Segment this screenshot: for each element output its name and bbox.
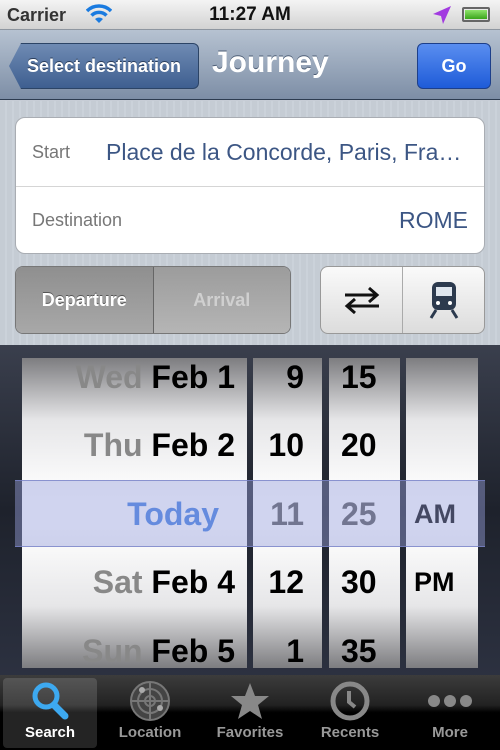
swap-button[interactable] (321, 267, 402, 333)
destination-label: Destination (32, 210, 123, 230)
location-arrow-icon (433, 6, 451, 24)
date-option[interactable]: Sat Feb 4 (22, 548, 247, 616)
minute-option[interactable]: 35 (329, 617, 400, 668)
hour-option[interactable]: 10 (253, 411, 322, 479)
route-tools (320, 266, 485, 334)
clock: 11:27 AM (209, 4, 291, 25)
date-option[interactable]: Sun Feb 5 (22, 617, 247, 668)
train-icon (429, 282, 458, 319)
transport-button[interactable] (402, 267, 484, 333)
more-icon (403, 678, 497, 724)
swap-arrows-icon (344, 286, 379, 314)
page-title: Journey (212, 46, 329, 79)
destination-row[interactable]: Destination ROME (16, 186, 484, 254)
date-label: Feb 1 (151, 359, 235, 395)
tab-location[interactable]: Location (103, 678, 197, 748)
departure-segment[interactable]: Departure (16, 267, 154, 333)
date-label: Feb 5 (151, 633, 235, 668)
departure-arrival-toggle: Departure Arrival (15, 266, 291, 334)
hour-option[interactable]: 9 (253, 358, 322, 411)
arrival-segment[interactable]: Arrival (153, 267, 290, 333)
destination-value[interactable]: ROME (152, 207, 468, 234)
tab-recents[interactable]: Recents (303, 678, 397, 748)
ampm-option[interactable] (406, 411, 478, 479)
status-bar: Carrier 11:27 AM (0, 0, 500, 30)
navigation-bar: Select destination Journey Go (0, 30, 500, 100)
tab-favorites[interactable]: Favorites (203, 678, 297, 748)
tab-label: Recents (320, 724, 380, 741)
date-label: Feb 2 (151, 427, 235, 463)
search-icon (3, 678, 97, 724)
tab-search[interactable]: Search (3, 678, 97, 748)
minute-option[interactable]: 15 (329, 358, 400, 411)
weekday-label: Sun (82, 633, 152, 668)
tab-more[interactable]: More (403, 678, 497, 748)
weekday-label: Thu (83, 427, 152, 463)
start-label: Start (32, 141, 71, 162)
date-label: Feb 4 (151, 564, 235, 600)
go-button[interactable]: Go (417, 43, 491, 89)
radar-icon (103, 678, 197, 724)
start-value[interactable]: Place de la Concorde, Paris, France (106, 139, 468, 166)
tab-bar: Search Location Favorites Recents More (0, 675, 500, 750)
clock-icon (303, 678, 397, 724)
back-button[interactable]: Select destination (9, 43, 199, 89)
tab-label: Favorites (216, 724, 284, 741)
star-icon (203, 678, 297, 724)
weekday-label: Sat (92, 564, 152, 600)
ampm-option[interactable]: PM (406, 548, 478, 616)
tab-label: More (432, 724, 468, 741)
route-form: Start Place de la Concorde, Paris, Franc… (15, 117, 485, 254)
minute-option[interactable]: 20 (329, 411, 400, 479)
tab-label: Search (24, 724, 76, 741)
minute-option[interactable]: 30 (329, 548, 400, 616)
date-option[interactable]: Thu Feb 2 (22, 411, 247, 479)
start-row[interactable]: Start Place de la Concorde, Paris, Franc… (16, 118, 484, 186)
battery-icon (462, 7, 490, 22)
picker-selection-indicator (15, 480, 485, 547)
weekday-label: Wed (75, 359, 152, 395)
date-option[interactable]: Wed Feb 1 (22, 358, 247, 411)
tab-label: Location (118, 724, 182, 741)
ampm-option[interactable] (406, 617, 478, 668)
ampm-option[interactable] (406, 358, 478, 411)
hour-option[interactable]: 12 (253, 548, 322, 616)
hour-option[interactable]: 1 (253, 617, 322, 668)
